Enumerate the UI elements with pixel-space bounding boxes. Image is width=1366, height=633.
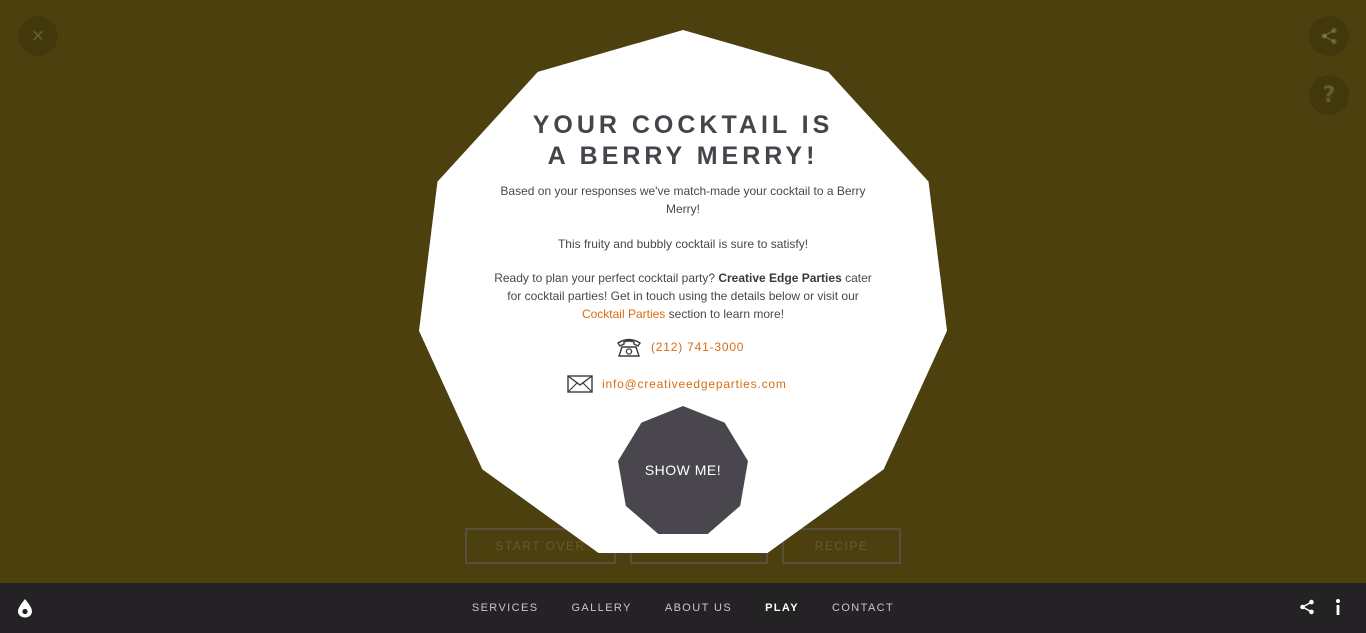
cta-paragraph: Ready to plan your perfect cocktail part…: [493, 269, 873, 323]
logo-button[interactable]: [17, 598, 33, 623]
info-button[interactable]: [1335, 598, 1341, 621]
envelope-icon: [567, 375, 593, 393]
nav-item-about-us[interactable]: ABOUT US: [665, 602, 732, 614]
close-button[interactable]: ×: [18, 16, 58, 56]
cocktail-parties-link[interactable]: Cocktail Parties: [582, 307, 665, 321]
title-line-2: A BERRY MERRY!: [547, 142, 819, 170]
share-icon: [1321, 27, 1337, 45]
cta-part-1: Ready to plan your perfect cocktail part…: [494, 271, 715, 285]
main-nav: SERVICES GALLERY ABOUT US PLAY CONTACT: [472, 602, 894, 614]
recipe-button[interactable]: RECIPE: [782, 528, 901, 564]
phone-icon: [617, 338, 641, 357]
nav-item-services[interactable]: SERVICES: [472, 602, 539, 614]
close-icon: ×: [31, 23, 45, 48]
nav-item-contact[interactable]: CONTACT: [832, 602, 894, 614]
logo-icon: [18, 599, 32, 618]
title-line-1: YOUR COCKTAIL IS: [532, 111, 834, 139]
phone-link[interactable]: (212) 741-3000: [651, 340, 744, 354]
result-card: YOUR COCKTAIL IS A BERRY MERRY! Based on…: [419, 30, 947, 553]
footer-bar: SERVICES GALLERY ABOUT US PLAY CONTACT: [0, 583, 1366, 633]
help-button[interactable]: ?: [1309, 75, 1349, 115]
show-me-button[interactable]: SHOW ME!: [618, 406, 748, 534]
email-link[interactable]: info@creativeedgeparties.com: [602, 377, 787, 391]
footer-share-button[interactable]: [1299, 599, 1315, 620]
share-button[interactable]: [1309, 16, 1349, 56]
cta-part-3: section to learn more!: [668, 307, 785, 321]
phone-row: (212) 741-3000: [616, 336, 744, 358]
quiz-stage: × ? START OVER RECIPE YOUR COCKTAIL IS A…: [0, 0, 1366, 583]
share-icon: [1300, 599, 1314, 615]
nav-item-play[interactable]: PLAY: [765, 602, 799, 614]
info-icon: [1336, 599, 1340, 615]
nav-item-gallery[interactable]: GALLERY: [571, 602, 631, 614]
brand-name: Creative Edge Parties: [718, 271, 842, 285]
help-icon: ?: [1322, 82, 1336, 108]
email-row: info@creativeedgeparties.com: [567, 375, 787, 393]
intro-text: Based on your responses we've match-made…: [500, 184, 866, 216]
result-title: YOUR COCKTAIL IS A BERRY MERRY!: [419, 110, 947, 172]
subtext: This fruity and bubbly cocktail is sure …: [557, 237, 809, 251]
